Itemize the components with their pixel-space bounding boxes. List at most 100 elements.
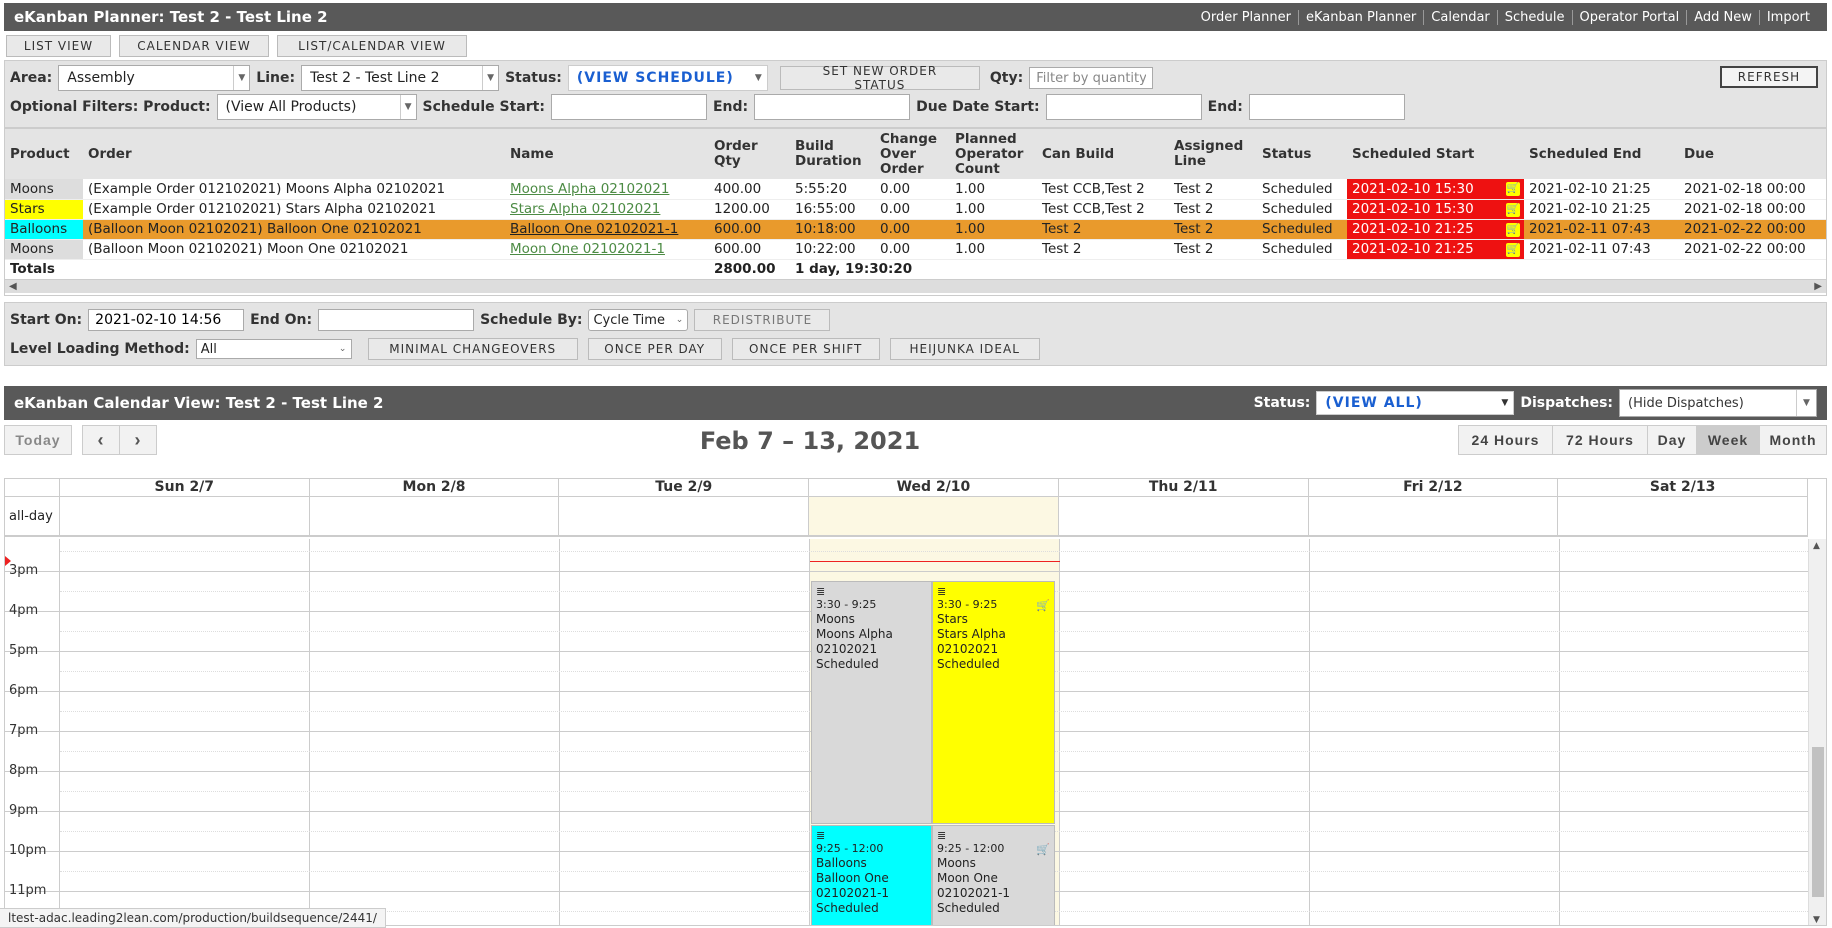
view-day-button[interactable]: Day (1647, 425, 1697, 455)
all-day-cell[interactable] (310, 497, 560, 535)
all-day-cell[interactable] (809, 497, 1059, 535)
cart-icon[interactable]: 🛒 (1506, 222, 1520, 237)
list-view-button[interactable]: LIST VIEW (6, 35, 111, 57)
nav-import[interactable]: Import (1758, 9, 1817, 25)
order-name-link[interactable]: Stars Alpha 02102021 (510, 201, 660, 217)
horizontal-scrollbar[interactable]: ◀ ▶ (5, 279, 1826, 293)
col-header[interactable]: Status (1257, 129, 1347, 179)
once-per-day-button[interactable]: ONCE PER DAY (587, 338, 722, 360)
all-day-cell[interactable] (60, 497, 310, 535)
event-name: Moon One 02102021-1 (937, 871, 1011, 900)
day-header-fri[interactable]: Fri 2/12 (1309, 479, 1559, 496)
day-header-sun[interactable]: Sun 2/7 (60, 479, 310, 496)
col-header[interactable]: Product (5, 129, 83, 179)
table-row[interactable]: Balloons (Balloon Moon 02102021) Balloon… (5, 219, 1826, 240)
col-header[interactable]: Planned Operator Count (950, 129, 1037, 179)
col-header[interactable]: Scheduled Start (1347, 129, 1524, 179)
once-per-shift-button[interactable]: ONCE PER SHIFT (731, 338, 880, 360)
nav-ekanban-planner[interactable]: eKanban Planner (1297, 9, 1423, 25)
chevron-down-icon[interactable]: ▼ (1813, 915, 1820, 925)
qty-filter-input[interactable] (1029, 67, 1154, 89)
nav-calendar[interactable]: Calendar (1423, 9, 1496, 25)
set-new-order-status-button[interactable]: SET NEW ORDER STATUS (779, 64, 980, 92)
line-select[interactable]: Test 2 - Test Line 2 ▼ (301, 65, 500, 91)
chevron-up-icon[interactable]: ▲ (1813, 541, 1820, 551)
nav-operator-portal[interactable]: Operator Portal (1571, 9, 1687, 25)
schedule-by-select[interactable]: Cycle Time ⌄ (588, 309, 689, 331)
col-header[interactable]: Order (83, 129, 505, 179)
name-cell: Moons Alpha 02102021 (505, 179, 709, 200)
dispatches-select[interactable]: (Hide Dispatches) ▼ (1619, 389, 1817, 417)
table-row[interactable]: Moons (Example Order 012102021) Moons Al… (5, 179, 1826, 200)
view-24-hours-button[interactable]: 24 Hours (1458, 425, 1553, 455)
cart-icon[interactable]: 🛒 (1506, 242, 1520, 257)
cart-icon[interactable]: 🛒 (1036, 842, 1050, 857)
day-header-sat[interactable]: Sat 2/13 (1558, 479, 1808, 496)
area-select[interactable]: Assembly ▼ (58, 65, 251, 91)
nav-schedule[interactable]: Schedule (1496, 9, 1572, 25)
chevron-down-icon: ⌄ (675, 315, 684, 325)
col-header[interactable]: Due (1679, 129, 1826, 179)
order-name-link[interactable]: Moon One 02102021-1 (510, 241, 665, 257)
day-header-tue[interactable]: Tue 2/9 (559, 479, 810, 496)
view-week-button[interactable]: Week (1696, 425, 1760, 455)
calendar-event[interactable]: ≣ 3:30 - 9:25 Stars Stars Alpha 02102021 Sch… (932, 581, 1055, 824)
all-day-cell[interactable] (1059, 497, 1309, 535)
chevron-left-icon[interactable]: ◀ (9, 281, 17, 292)
hour-gridline (5, 571, 1808, 572)
schedule-end-input[interactable] (754, 94, 911, 120)
day-column[interactable] (60, 539, 310, 925)
chevron-right-icon[interactable]: ▶ (1814, 281, 1822, 292)
table-row[interactable]: Moons (Balloon Moon 02102021) Moon One 0… (5, 239, 1826, 260)
cart-icon[interactable]: 🛒 (1506, 202, 1520, 217)
heijunka-ideal-button[interactable]: HEIJUNKA IDEAL (889, 338, 1040, 360)
col-header[interactable]: Can Build (1037, 129, 1169, 179)
col-header[interactable]: Name (505, 129, 709, 179)
order-name-link[interactable]: Moons Alpha 02102021 (510, 181, 669, 197)
day-column[interactable] (1560, 539, 1810, 925)
all-day-cell[interactable] (1558, 497, 1808, 535)
col-header[interactable]: Change Over Order (875, 129, 950, 179)
due-end-input[interactable] (1248, 94, 1405, 120)
day-column[interactable] (560, 539, 810, 925)
redistribute-button[interactable]: REDISTRIBUTE (694, 309, 831, 331)
day-header-wed[interactable]: Wed 2/10 (809, 479, 1059, 496)
schedule-start-input[interactable] (550, 94, 707, 120)
all-day-cell[interactable] (559, 497, 810, 535)
calendar-status-select[interactable]: (VIEW ALL) ▼ (1316, 391, 1515, 415)
cart-icon[interactable]: 🛒 (1036, 598, 1050, 613)
end-on-input[interactable] (318, 309, 475, 331)
all-day-cell[interactable] (1309, 497, 1559, 535)
order-name-link[interactable]: Balloon One 02102021-1 (510, 221, 678, 237)
view-month-button[interactable]: Month (1759, 425, 1827, 455)
nav-add-new[interactable]: Add New (1686, 9, 1759, 25)
refresh-button[interactable]: REFRESH (1720, 66, 1818, 88)
calendar-event[interactable]: ≣ 9:25 - 12:00 Balloons Balloon One 0210202… (811, 825, 932, 925)
day-header-mon[interactable]: Mon 2/8 (310, 479, 560, 496)
col-header[interactable]: Order Qty (709, 129, 790, 179)
day-column[interactable] (1310, 539, 1560, 925)
calendar-scrollbar[interactable]: ▲ ▼ (1808, 539, 1826, 925)
scroll-thumb[interactable] (1812, 747, 1824, 897)
cart-icon[interactable]: 🛒 (1506, 182, 1520, 196)
calendar-event[interactable]: ≣ 9:25 - 12:00 Moons Moon One 02102021-1 Sch… (932, 825, 1055, 925)
table-row[interactable]: Stars (Example Order 012102021) Stars Al… (5, 199, 1826, 220)
nav-order-planner[interactable]: Order Planner (1194, 10, 1298, 25)
day-column[interactable] (310, 539, 560, 925)
status-select[interactable]: (VIEW SCHEDULE) ▼ (567, 65, 768, 91)
list-calendar-view-button[interactable]: LIST/CALENDAR VIEW (277, 35, 467, 57)
calendar-event[interactable]: ≣ 3:30 - 9:25 Moons Moons Alpha 02102021 Sch… (811, 581, 932, 824)
day-column[interactable] (1060, 539, 1310, 925)
time-grid[interactable]: 3pm 4pm 5pm 6pm 7pm 8pm 9pm 10pm 11pm ≣ 3:30 - 9:2… (5, 539, 1810, 925)
view-72-hours-button[interactable]: 72 Hours (1552, 425, 1648, 455)
day-header-thu[interactable]: Thu 2/11 (1059, 479, 1309, 496)
level-loading-select[interactable]: All ⌄ (195, 339, 352, 359)
due-start-input[interactable] (1045, 94, 1202, 120)
calendar-view-button[interactable]: CALENDAR VIEW (119, 35, 269, 57)
col-header[interactable]: Scheduled End (1524, 129, 1679, 179)
minimal-changeovers-button[interactable]: MINIMAL CHANGEOVERS (367, 338, 578, 360)
col-header[interactable]: Assigned Line (1169, 129, 1257, 179)
start-on-input[interactable] (88, 309, 245, 331)
product-select[interactable]: (View All Products) ▼ (216, 94, 417, 120)
col-header[interactable]: Build Duration (790, 129, 875, 179)
